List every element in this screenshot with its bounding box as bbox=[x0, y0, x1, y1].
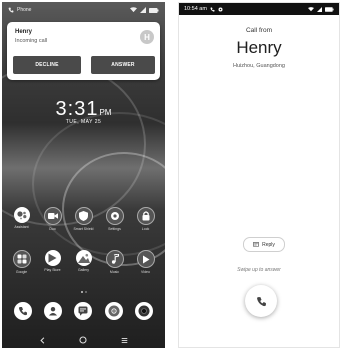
battery-icon bbox=[149, 7, 159, 13]
nav-bar bbox=[2, 336, 165, 344]
dock-chrome-button[interactable] bbox=[104, 302, 123, 320]
app-settings[interactable]: Settings bbox=[100, 207, 130, 231]
home-icon[interactable] bbox=[79, 336, 88, 344]
signal-icon bbox=[140, 7, 146, 13]
assistant-icon bbox=[13, 207, 30, 223]
caller-location: Huizhou, Guangdong bbox=[233, 63, 285, 69]
call-from-label: Call from bbox=[245, 27, 272, 34]
answer-button[interactable]: ANSWER bbox=[91, 56, 155, 74]
clock-date: TUE, MAY 25 bbox=[65, 119, 102, 125]
battery-icon bbox=[325, 6, 334, 12]
page-indicator bbox=[2, 291, 165, 293]
gallery-icon bbox=[75, 250, 92, 266]
video-icon bbox=[43, 207, 62, 225]
dock-phone-button[interactable] bbox=[14, 302, 33, 320]
app-lock[interactable]: Lock bbox=[131, 207, 161, 231]
caller-name: Henry bbox=[15, 29, 33, 35]
dock-messages-button[interactable] bbox=[74, 302, 93, 320]
wifi-icon bbox=[308, 6, 314, 11]
back-icon[interactable] bbox=[39, 336, 46, 344]
app-row-2: Google Play Store Gallery Music Video bbox=[2, 250, 165, 274]
answer-call-button[interactable] bbox=[245, 285, 277, 317]
app-play-store[interactable]: Play Store bbox=[38, 250, 68, 274]
dock-camera-button[interactable] bbox=[134, 302, 153, 320]
message-icon bbox=[78, 306, 88, 316]
phone-icon bbox=[256, 296, 266, 306]
phone-icon bbox=[210, 7, 215, 12]
app-music[interactable]: Music bbox=[100, 250, 130, 274]
clock-time: 3:31PM bbox=[55, 98, 112, 120]
wifi-icon bbox=[130, 7, 137, 13]
settings-icon bbox=[218, 7, 223, 11]
app-assistant[interactable]: Assistant bbox=[7, 207, 37, 231]
reply-label: Reply bbox=[262, 241, 275, 248]
app-gallery[interactable]: Gallery bbox=[69, 250, 99, 274]
phone-icon bbox=[19, 307, 28, 316]
notification-subtitle: Incoming call bbox=[15, 38, 48, 44]
status-time: 10:54 am bbox=[184, 6, 207, 12]
chrome-icon bbox=[108, 305, 120, 317]
lock-icon bbox=[136, 207, 155, 225]
phone-icon bbox=[8, 7, 14, 13]
status-app: Phone bbox=[8, 7, 31, 13]
music-icon bbox=[105, 250, 124, 268]
app-smart-shield[interactable]: Smart Shield bbox=[69, 207, 99, 231]
app-google[interactable]: Google bbox=[7, 250, 37, 274]
play-icon bbox=[136, 250, 155, 268]
recents-icon[interactable] bbox=[121, 337, 128, 344]
status-bar: 10:54 am bbox=[179, 3, 339, 15]
avatar: H bbox=[140, 30, 154, 44]
app-duo[interactable]: Duo bbox=[38, 207, 68, 231]
incoming-call-screen: 10:54 am Call from Henry Huizhou, Guangd… bbox=[178, 2, 340, 348]
camera-icon bbox=[138, 305, 150, 317]
swipe-hint: Swipe up to answer bbox=[237, 267, 281, 273]
status-bar: Phone bbox=[2, 2, 165, 18]
reply-button[interactable]: Reply bbox=[243, 237, 285, 252]
message-icon bbox=[253, 241, 260, 247]
caller-name: Henry bbox=[236, 38, 282, 57]
lockscreen-phone: Phone Henry Incoming call H DECLINE ANSW… bbox=[2, 2, 165, 348]
signal-icon bbox=[317, 6, 322, 12]
incoming-call-notification[interactable]: Henry Incoming call H DECLINE ANSWER bbox=[7, 22, 160, 80]
clock-widget[interactable]: 3:31PM TUE, MAY 25 bbox=[2, 98, 165, 125]
gear-icon bbox=[105, 207, 124, 225]
contacts-icon bbox=[49, 307, 58, 316]
google-icon bbox=[12, 250, 31, 268]
decline-button[interactable]: DECLINE bbox=[13, 56, 81, 74]
app-video[interactable]: Video bbox=[131, 250, 161, 274]
app-row-1: Assistant Duo Smart Shield Settings Lock bbox=[2, 207, 165, 231]
play-store-icon bbox=[44, 250, 61, 266]
dock-contacts-button[interactable] bbox=[44, 302, 63, 320]
status-app-label: Phone bbox=[17, 7, 32, 13]
clock-ampm: PM bbox=[99, 108, 112, 117]
dock bbox=[2, 302, 165, 320]
shield-icon bbox=[74, 207, 93, 225]
